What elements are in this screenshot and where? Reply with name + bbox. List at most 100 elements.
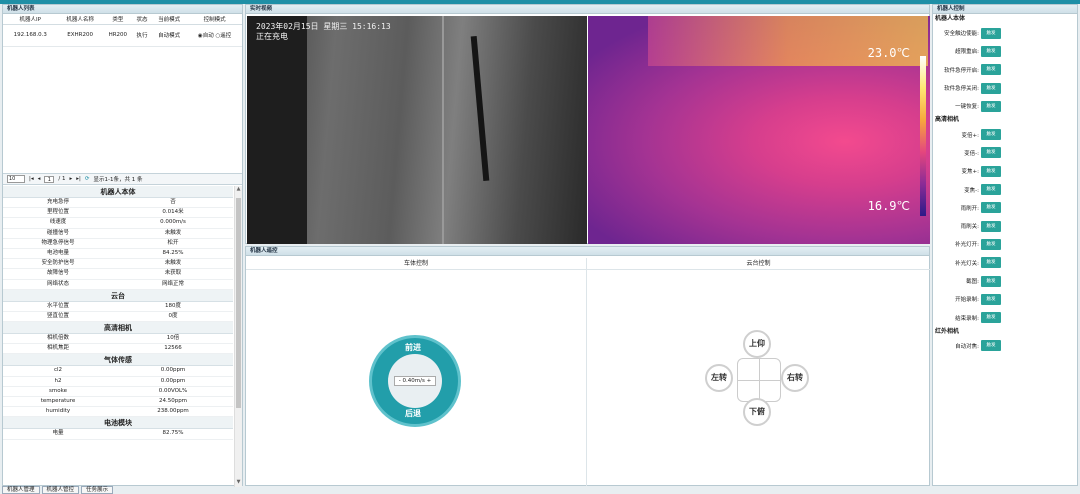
- rc-body-trigger-button[interactable]: 触发: [981, 45, 1001, 57]
- speed-plus[interactable]: +: [427, 378, 432, 384]
- rc-body-trigger-button[interactable]: 触发: [981, 27, 1001, 39]
- right-panel-title: 机器人控制: [933, 5, 1077, 14]
- forward-button[interactable]: 前进: [405, 342, 421, 353]
- gas-label: cl2: [53, 367, 63, 374]
- page-size-select[interactable]: 10: [7, 175, 25, 183]
- hd-value: 10倍: [166, 335, 180, 342]
- camera-shadow: [247, 16, 307, 244]
- rc-hd-label: 变焦-:: [964, 187, 979, 194]
- tab-robot-management[interactable]: 机器人管理: [2, 486, 40, 494]
- rc-hd-row: 截图: 触发: [933, 272, 1077, 290]
- rc-body-trigger-button[interactable]: 触发: [981, 100, 1001, 112]
- rc-hd-trigger-button[interactable]: 触发: [981, 220, 1001, 232]
- ptz-center: [737, 358, 781, 402]
- body-row: 安全防护信号 未触发: [3, 259, 233, 270]
- speed-hub: - 0.40m/s +: [388, 354, 442, 408]
- video-panel: 实时视频 2023年02月15日 星期三 15:16:13 正在充电 23.0℃…: [245, 4, 930, 244]
- rc-hd-row: 结束录制: 触发: [933, 308, 1077, 326]
- robot-control-panel: 机器人控制 机器人本体 安全触边使能: 触发 超限重启: 触发 软件急停开启: 触发 软件急…: [932, 4, 1078, 486]
- gimbal-value: 0度: [168, 312, 178, 319]
- gas-label: h2: [54, 377, 62, 384]
- rc-ir-trigger-button[interactable]: 触发: [981, 340, 1001, 352]
- backward-button[interactable]: 后退: [405, 408, 421, 419]
- speed-minus[interactable]: -: [399, 378, 401, 384]
- rc-hd-trigger-button[interactable]: 触发: [981, 184, 1001, 196]
- rc-hd-label: 变倍+:: [961, 132, 979, 139]
- rc-ir-label: 自动对焦:: [955, 343, 979, 350]
- page-input[interactable]: 1: [44, 175, 55, 183]
- rc-section-hd: 高清相机: [935, 116, 960, 124]
- scroll-down-icon[interactable]: ▼: [235, 479, 242, 487]
- cell-type: HR200: [102, 24, 133, 47]
- scroll-up-icon[interactable]: ▲: [235, 186, 242, 194]
- rc-hd-row: 变倍+: 触发: [933, 125, 1077, 143]
- camera-status: 正在充电: [256, 32, 288, 41]
- gas-value: 0.00ppm: [160, 377, 186, 384]
- rc-body-label: 软件急停关闭:: [944, 86, 979, 93]
- rc-hd-trigger-button[interactable]: 触发: [981, 202, 1001, 214]
- rc-body-row: 超限重启: 触发: [933, 42, 1077, 60]
- gas-label: smoke: [49, 387, 67, 394]
- camera-pipe: [442, 16, 444, 244]
- col-control: 控制模式: [187, 14, 242, 25]
- rc-hd-trigger-button[interactable]: 触发: [981, 275, 1001, 287]
- body-value: 未触发: [164, 260, 182, 267]
- gimbal-row: 竖直位置 0度: [3, 312, 233, 323]
- gas-value: 238.00ppm: [157, 408, 189, 415]
- cell-status: 执行: [132, 24, 152, 47]
- body-value: 0.014米: [162, 209, 184, 216]
- speed-stepper[interactable]: - 0.40m/s +: [394, 376, 436, 386]
- hd-label: 相机倍数: [46, 335, 69, 342]
- tilt-up-button[interactable]: 上仰: [743, 330, 771, 358]
- battery-row: 电量 82.75%: [3, 429, 233, 440]
- car-control-title: 车体控制: [246, 258, 586, 270]
- body-label: 充电急停: [46, 199, 69, 205]
- rc-hd-label: 变焦+:: [961, 169, 979, 176]
- rc-hd-trigger-button[interactable]: 触发: [981, 147, 1001, 159]
- first-page-icon[interactable]: |◂: [29, 176, 34, 182]
- rc-hd-trigger-button[interactable]: 触发: [981, 238, 1001, 250]
- tab-task-display[interactable]: 任务展示: [81, 486, 114, 494]
- camera-overlay: 2023年02月15日 星期三 15:16:13 正在充电: [256, 22, 391, 42]
- rc-body-trigger-button[interactable]: 触发: [981, 64, 1001, 76]
- cell-control: ◉自动 ○遥控: [187, 24, 242, 47]
- tilt-down-button[interactable]: 下俯: [743, 398, 771, 426]
- body-value: 否: [170, 199, 176, 205]
- pan-right-button[interactable]: 右转: [781, 364, 809, 392]
- hd-row: 相机倍数 10倍: [3, 334, 233, 345]
- robot-table: 机器人IP 机器人名称 类型 状态 当前模式 控制模式 192.168.0.3 …: [3, 14, 242, 47]
- radio-auto-label: 自动: [202, 33, 214, 39]
- visible-camera-view: 2023年02月15日 星期三 15:16:13 正在充电: [247, 16, 587, 244]
- rc-hd-trigger-button[interactable]: 触发: [981, 165, 1001, 177]
- gas-value: 0.00ppm: [160, 367, 186, 374]
- pager-summary: 显示1-1条，共 1 条: [93, 177, 143, 183]
- rc-body-trigger-button[interactable]: 触发: [981, 82, 1001, 94]
- rc-section-ir: 红外相机: [935, 327, 960, 335]
- ir-min-temp: 16.9℃: [867, 199, 910, 213]
- next-page-icon[interactable]: ▸: [70, 176, 73, 182]
- scroll-thumb[interactable]: [236, 198, 241, 408]
- gas-label: humidity: [45, 408, 71, 415]
- rc-hd-trigger-button[interactable]: 触发: [981, 312, 1001, 324]
- last-page-icon[interactable]: ▸|: [76, 176, 81, 182]
- gimbal-label: 竖直位置: [46, 312, 69, 319]
- body-label: 线速度: [49, 219, 67, 226]
- body-label: 故障信号: [46, 270, 69, 277]
- rc-body-row: 一键恢复: 触发: [933, 97, 1077, 115]
- rc-hd-trigger-button[interactable]: 触发: [981, 293, 1001, 305]
- pan-left-button[interactable]: 左转: [705, 364, 733, 392]
- tab-robot-control[interactable]: 机器人管控: [41, 486, 80, 494]
- bottom-tabs: 机器人管理 机器人管控 任务展示: [2, 486, 114, 494]
- battery-label: 电量: [52, 430, 64, 437]
- rc-hd-trigger-button[interactable]: 触发: [981, 129, 1001, 141]
- info-scrollbar[interactable]: ▲ ▼: [234, 186, 242, 487]
- body-label: 碰撞信号: [46, 229, 69, 236]
- gas-row: h2 0.00ppm: [3, 377, 233, 387]
- refresh-icon[interactable]: ⟳: [85, 176, 90, 182]
- ir-max-temp: 23.0℃: [867, 46, 910, 60]
- table-row[interactable]: 192.168.0.3 EXHR200 HR200 执行 自动模式 ◉自动 ○遥…: [3, 24, 242, 47]
- col-name: 机器人名称: [57, 14, 103, 25]
- rc-hd-trigger-button[interactable]: 触发: [981, 257, 1001, 269]
- section-robot-body: 机器人本体: [3, 186, 233, 198]
- prev-page-icon[interactable]: ◂: [38, 176, 41, 182]
